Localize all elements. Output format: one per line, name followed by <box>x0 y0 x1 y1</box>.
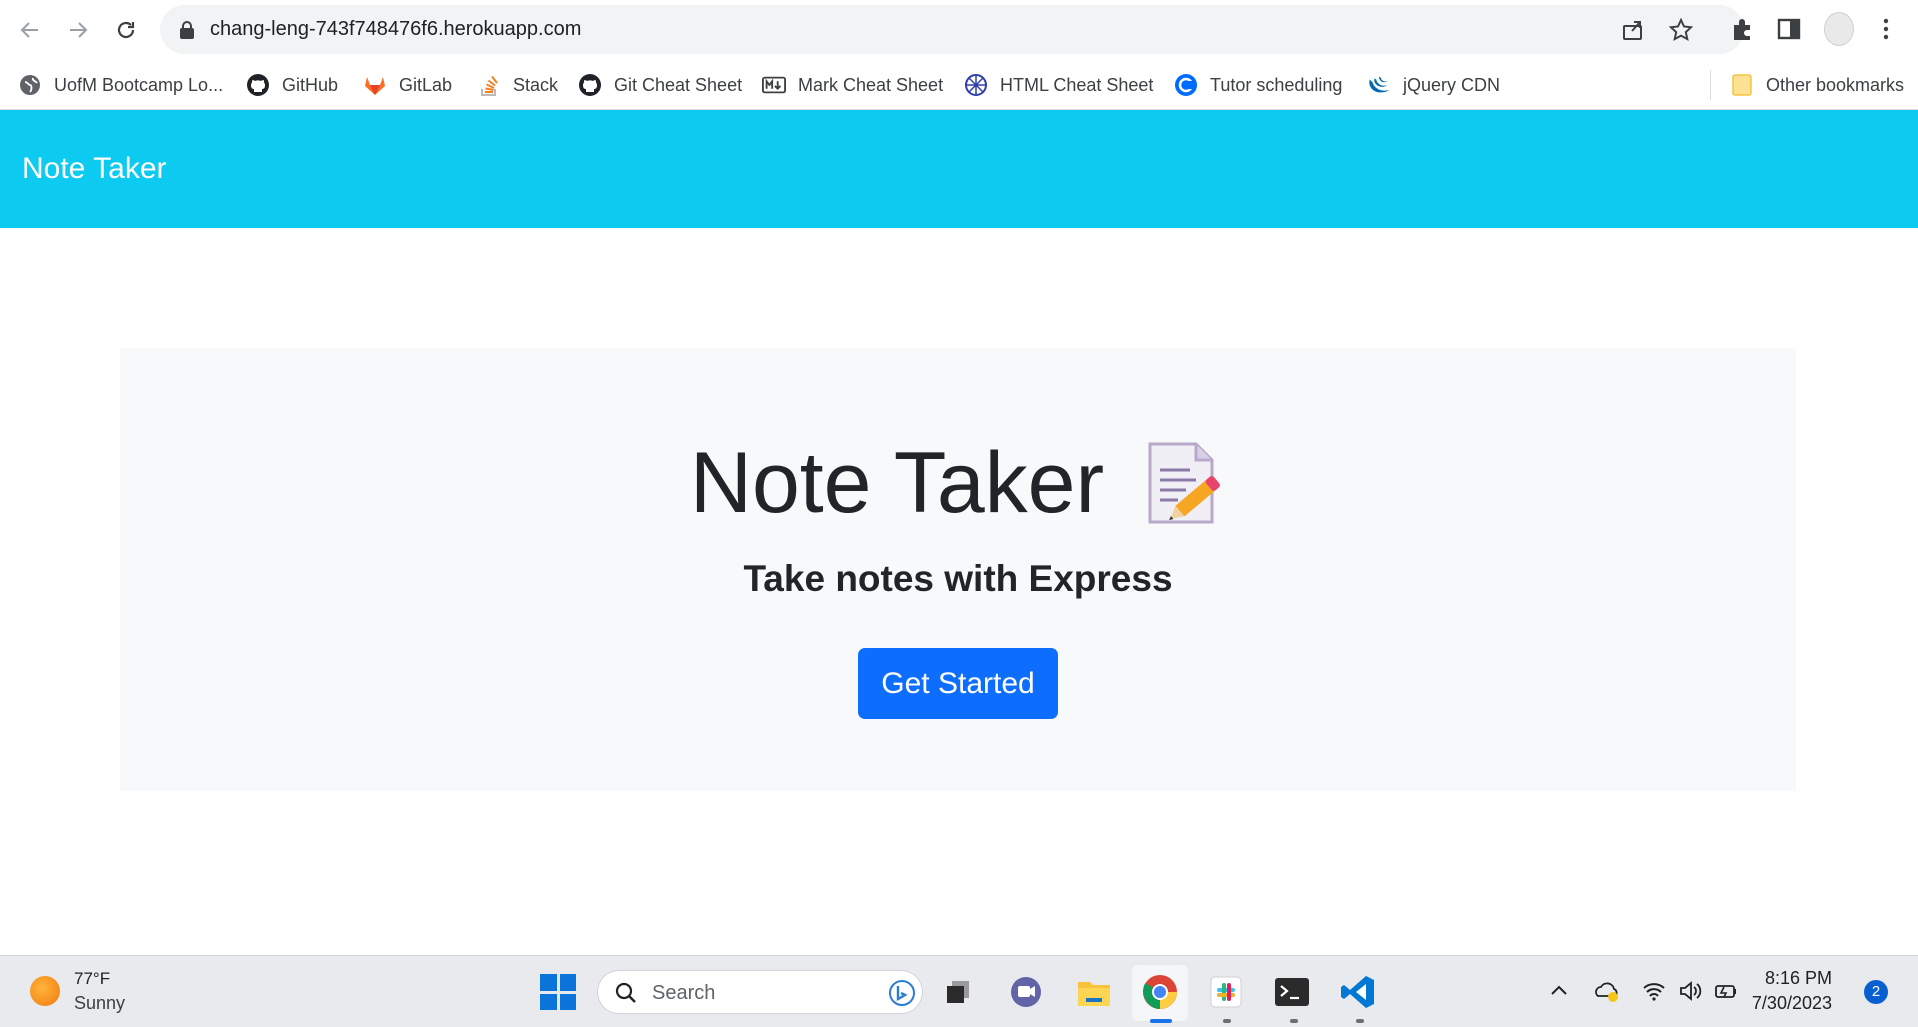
back-button[interactable] <box>12 12 48 48</box>
clock-date[interactable]: 7/30/2023 <box>1752 993 1832 1014</box>
bookmark-label: HTML Cheat Sheet <box>1000 74 1154 95</box>
windows-start-icon[interactable] <box>540 974 576 1010</box>
share-icon[interactable] <box>1620 17 1646 43</box>
folder-icon <box>1730 73 1754 97</box>
terminal-icon[interactable] <box>1272 972 1312 1012</box>
address-bar[interactable]: chang-leng-743f748476f6.herokuapp.com <box>160 5 1744 54</box>
chrome-icon[interactable] <box>1140 972 1180 1012</box>
running-indicator <box>1356 1019 1364 1023</box>
slack-icon[interactable] <box>1206 972 1246 1012</box>
page-title-text: Note Taker <box>689 435 1105 531</box>
lock-icon <box>180 21 194 39</box>
bookmark-label: GitHub <box>282 74 339 95</box>
bookmark-label: Stack <box>513 74 559 95</box>
bookmark-git-cheat-sheet[interactable]: Git Cheat Sheet <box>578 60 742 110</box>
page-content: Note Taker Take notes with Express Get S… <box>0 228 1918 955</box>
bing-icon[interactable] <box>888 979 916 1007</box>
volume-icon[interactable] <box>1677 978 1703 1004</box>
bookmark-stack[interactable]: Stack <box>477 60 558 110</box>
bookmark-tutor-scheduling[interactable]: Tutor scheduling <box>1174 60 1342 110</box>
clock-time[interactable]: 8:16 PM <box>1765 968 1832 989</box>
arrow-right-icon <box>70 22 88 38</box>
compass-icon <box>964 73 988 97</box>
taskbar-search[interactable]: Search <box>597 970 923 1014</box>
reload-icon <box>117 21 135 39</box>
teams-chat-icon[interactable] <box>1006 972 1046 1012</box>
other-bookmarks-label: Other bookmarks <box>1766 74 1905 95</box>
get-started-button[interactable]: Get Started <box>858 648 1058 719</box>
task-view-icon[interactable] <box>938 972 978 1012</box>
weather-condition[interactable]: Sunny <box>74 993 125 1014</box>
url-text: chang-leng-743f748476f6.herokuapp.com <box>210 18 582 40</box>
bookmark-mark-cheat-sheet[interactable]: Mark Cheat Sheet <box>762 60 943 110</box>
bookmark-label: Tutor scheduling <box>1210 74 1343 95</box>
bookmark-gitlab[interactable]: GitLab <box>363 60 452 110</box>
menu-kebab-icon[interactable] <box>1872 15 1900 43</box>
bookmark-label: jQuery CDN <box>1403 74 1501 95</box>
forward-button[interactable] <box>60 12 96 48</box>
onedrive-warning-icon[interactable] <box>1594 978 1620 1004</box>
bookmark-label: GitLab <box>399 74 453 95</box>
bookmark-html-cheat-sheet[interactable]: HTML Cheat Sheet <box>964 60 1153 110</box>
browser-toolbar: chang-leng-743f748476f6.herokuapp.com <box>0 0 1918 60</box>
file-explorer-icon[interactable] <box>1074 972 1114 1012</box>
search-icon <box>615 982 636 1003</box>
bookmark-uofm[interactable]: UofM Bootcamp Lo... <box>18 60 223 110</box>
profile-avatar[interactable] <box>1824 12 1854 46</box>
extensions-icon[interactable] <box>1728 15 1756 43</box>
stackoverflow-icon <box>477 73 501 97</box>
bookmark-github[interactable]: GitHub <box>246 60 338 110</box>
page-subtitle: Take notes with Express <box>743 558 1173 599</box>
markdown-icon <box>762 73 786 97</box>
running-indicator <box>1223 1019 1231 1023</box>
side-panel-icon[interactable] <box>1775 15 1803 43</box>
app-navbar: Note Taker <box>0 110 1918 228</box>
bookmarks-bar: UofM Bootcamp Lo... GitHub GitLab Stack … <box>0 60 1918 110</box>
bookmark-label: Mark Cheat Sheet <box>798 74 944 95</box>
bookmark-jquery-cdn[interactable]: jQuery CDN <box>1367 60 1500 110</box>
wifi-icon[interactable] <box>1641 978 1667 1004</box>
reload-button[interactable] <box>108 12 144 48</box>
screen: chang-leng-743f748476f6.herokuapp.com Uo… <box>0 0 1918 1027</box>
memo-icon <box>1144 440 1226 526</box>
bookmarks-divider <box>1710 70 1711 100</box>
running-indicator <box>1290 1019 1298 1023</box>
search-label: Search <box>652 982 716 1004</box>
bookmark-label: UofM Bootcamp Lo... <box>54 74 224 95</box>
github-icon <box>246 73 270 97</box>
navbar-brand[interactable]: Note Taker <box>22 110 167 228</box>
active-indicator <box>1150 1019 1172 1023</box>
bookmark-label: Git Cheat Sheet <box>614 74 743 95</box>
battery-icon[interactable] <box>1713 978 1739 1004</box>
windows-taskbar: 77°F Sunny Search 8:16 PM 7/30/2023 2 <box>0 955 1918 1027</box>
page-title: Note Taker <box>120 428 1796 538</box>
vscode-icon[interactable] <box>1338 972 1378 1012</box>
globe-icon <box>18 73 42 97</box>
jquery-icon <box>1367 73 1391 97</box>
jumbotron: Note Taker Take notes with Express Get S… <box>120 348 1796 791</box>
star-icon[interactable] <box>1668 17 1694 43</box>
arrow-left-icon <box>20 22 38 38</box>
calendly-icon <box>1174 73 1198 97</box>
weather-temperature[interactable]: 77°F <box>74 969 110 989</box>
notification-badge[interactable]: 2 <box>1864 980 1888 1004</box>
sun-icon[interactable] <box>30 976 60 1006</box>
chevron-up-icon[interactable] <box>1546 978 1572 1004</box>
other-bookmarks-folder[interactable]: Other bookmarks <box>1730 60 1904 110</box>
gitlab-icon <box>363 73 387 97</box>
github-icon <box>578 73 602 97</box>
